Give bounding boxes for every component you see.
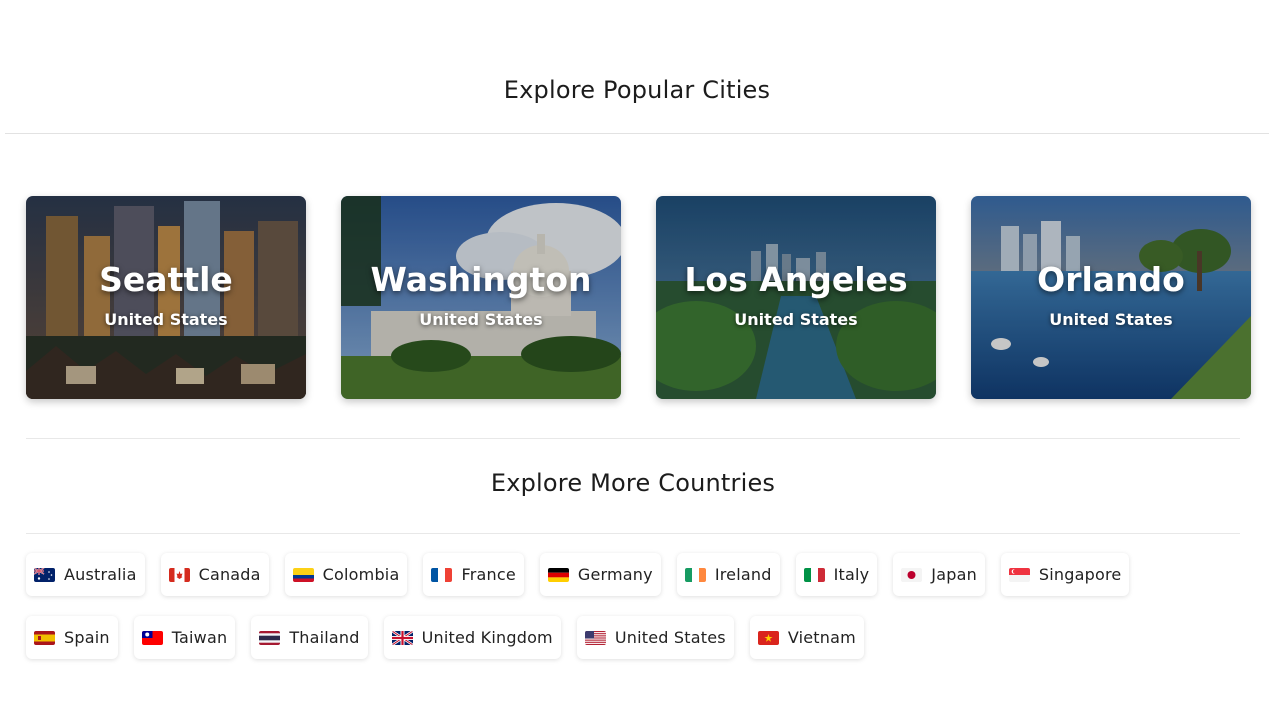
japan-flag-icon bbox=[901, 567, 923, 582]
country-chip-canada[interactable]: Canada bbox=[160, 553, 269, 596]
ireland-flag-icon bbox=[684, 567, 706, 582]
country-label: Taiwan bbox=[171, 628, 228, 647]
country-label: Australia bbox=[64, 565, 137, 584]
divider bbox=[26, 438, 1240, 439]
page: Explore Popular Cities Seattle United St… bbox=[0, 0, 1280, 720]
country-chip-australia[interactable]: Australia bbox=[26, 553, 145, 596]
city-card-washington[interactable]: Washington United States bbox=[341, 196, 621, 399]
country-chip-taiwan[interactable]: Taiwan bbox=[133, 616, 236, 659]
country-label: Colombia bbox=[322, 565, 400, 584]
country-chip-united-kingdom[interactable]: United Kingdom bbox=[383, 616, 561, 659]
city-name: Washington bbox=[370, 260, 592, 299]
united-states-flag-icon bbox=[584, 630, 606, 645]
country-chip-vietnam[interactable]: Vietnam bbox=[749, 616, 864, 659]
city-name: Orlando bbox=[1037, 260, 1185, 299]
country-label: Italy bbox=[833, 565, 870, 584]
country-label: United Kingdom bbox=[421, 628, 553, 647]
city-country: United States bbox=[419, 310, 543, 329]
country-label: Japan bbox=[931, 565, 977, 584]
city-country: United States bbox=[104, 310, 228, 329]
more-countries-heading: Explore More Countries bbox=[490, 469, 776, 497]
germany-flag-icon bbox=[547, 567, 569, 582]
city-card-los-angeles[interactable]: Los Angeles United States bbox=[656, 196, 936, 399]
city-country: United States bbox=[1049, 310, 1173, 329]
city-country: United States bbox=[734, 310, 858, 329]
italy-flag-icon bbox=[803, 567, 825, 582]
country-chip-japan[interactable]: Japan bbox=[893, 553, 985, 596]
united-kingdom-flag-icon bbox=[391, 630, 413, 645]
popular-cities-heading: Explore Popular Cities bbox=[503, 76, 771, 104]
singapore-flag-icon bbox=[1008, 567, 1030, 582]
country-chip-italy[interactable]: Italy bbox=[795, 553, 878, 596]
country-label: Thailand bbox=[289, 628, 360, 647]
country-chip-singapore[interactable]: Singapore bbox=[1000, 553, 1130, 596]
colombia-flag-icon bbox=[292, 567, 314, 582]
canada-flag-icon bbox=[168, 567, 190, 582]
divider bbox=[26, 533, 1240, 534]
country-chip-spain[interactable]: Spain bbox=[26, 616, 118, 659]
taiwan-flag-icon bbox=[141, 630, 163, 645]
city-card-list: Seattle United States Washington United … bbox=[26, 196, 1252, 399]
country-label: Vietnam bbox=[787, 628, 856, 647]
country-label: United States bbox=[614, 628, 726, 647]
spain-flag-icon bbox=[34, 630, 55, 645]
country-chip-colombia[interactable]: Colombia bbox=[284, 553, 408, 596]
vietnam-flag-icon bbox=[757, 630, 779, 645]
country-chip-germany[interactable]: Germany bbox=[539, 553, 661, 596]
divider bbox=[5, 133, 1269, 134]
country-chip-list: Australia Canada Colombia France Germany… bbox=[26, 553, 1246, 596]
country-label: Singapore bbox=[1038, 565, 1122, 584]
city-name: Los Angeles bbox=[684, 260, 908, 299]
country-label: Germany bbox=[577, 565, 653, 584]
australia-flag-icon bbox=[34, 567, 55, 582]
country-label: Canada bbox=[198, 565, 261, 584]
country-chip-list: Spain Taiwan Thailand United Kingdom Uni… bbox=[26, 616, 1246, 659]
city-card-orlando[interactable]: Orlando United States bbox=[971, 196, 1251, 399]
country-label: France bbox=[461, 565, 516, 584]
country-chip-ireland[interactable]: Ireland bbox=[676, 553, 780, 596]
country-chip-france[interactable]: France bbox=[423, 553, 524, 596]
france-flag-icon bbox=[431, 567, 453, 582]
city-name: Seattle bbox=[99, 260, 233, 299]
thailand-flag-icon bbox=[259, 630, 281, 645]
country-chip-united-states[interactable]: United States bbox=[576, 616, 734, 659]
city-card-seattle[interactable]: Seattle United States bbox=[26, 196, 306, 399]
country-label: Spain bbox=[64, 628, 110, 647]
country-label: Ireland bbox=[714, 565, 772, 584]
country-chip-thailand[interactable]: Thailand bbox=[251, 616, 368, 659]
